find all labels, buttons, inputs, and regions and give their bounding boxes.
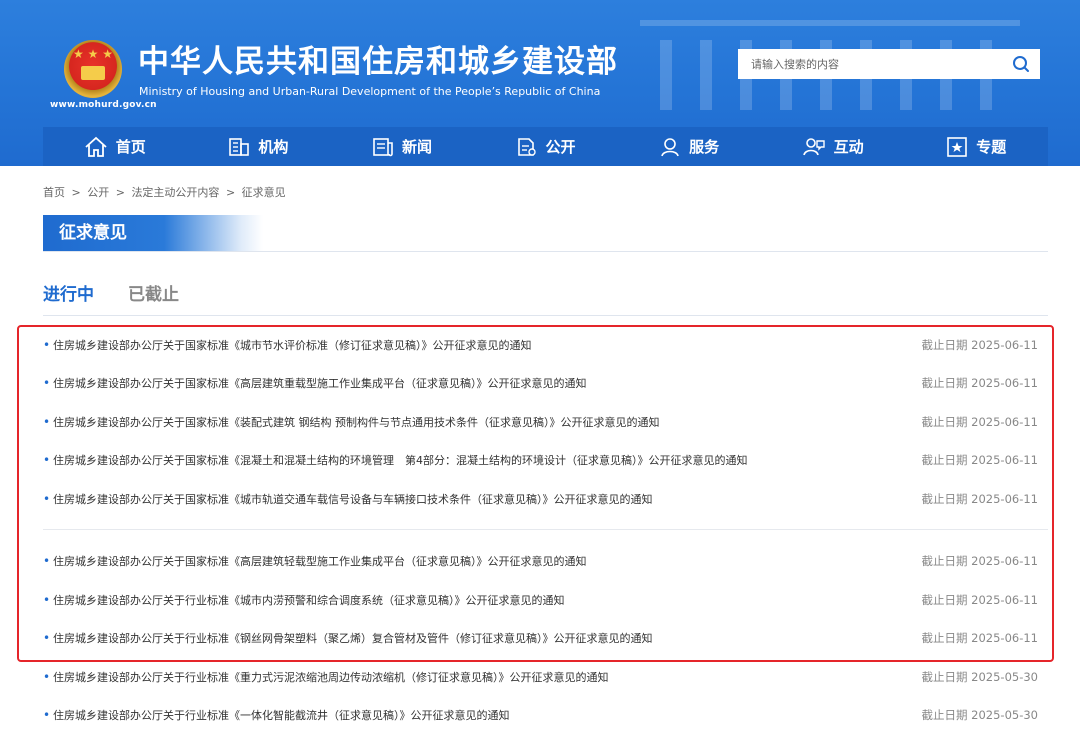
nav-item-organization[interactable]: 机构 bbox=[187, 127, 331, 166]
nav-label-interaction: 互动 bbox=[833, 138, 864, 156]
site-header: ★ ★ ★ www.mohurd.gov.cn 中华人民共和国住房和城乡建设部 … bbox=[0, 0, 1080, 166]
status-tabs: 进行中 已截止 bbox=[43, 280, 213, 313]
tab-closed[interactable]: 已截止 bbox=[128, 280, 179, 313]
document-icon bbox=[517, 137, 536, 156]
star-icon bbox=[947, 136, 968, 157]
list-item[interactable]: • 住房城乡建设部办公厅关于行业标准《一体化智能截流井（征求意见稿）》公开征求意… bbox=[43, 696, 1038, 734]
service-icon bbox=[661, 137, 679, 156]
breadcrumb-separator: > bbox=[71, 186, 81, 199]
bullet-icon: • bbox=[43, 631, 51, 645]
nav-label-service: 服务 bbox=[689, 138, 720, 156]
list-item-date: 截止日期 2025-06-11 bbox=[921, 415, 1039, 429]
site-url: www.mohurd.gov.cn bbox=[50, 100, 157, 110]
list-item-title[interactable]: 住房城乡建设部办公厅关于行业标准《一体化智能截流井（征求意见稿）》公开征求意见的… bbox=[53, 707, 922, 723]
list-item-date: 截止日期 2025-06-11 bbox=[921, 631, 1039, 645]
list-item-title[interactable]: 住房城乡建设部办公厅关于国家标准《装配式建筑 钢结构 预制构件与节点通用技术条件… bbox=[53, 414, 922, 430]
nav-item-home[interactable]: 首页 bbox=[43, 127, 187, 166]
bullet-icon: • bbox=[43, 670, 51, 684]
list-item-title[interactable]: 住房城乡建设部办公厅关于国家标准《高层建筑重载型施工作业集成平台（征求意见稿）》… bbox=[53, 375, 922, 391]
list-item[interactable]: • 住房城乡建设部办公厅关于国家标准《城市轨道交通车载信号设备与车辆接口技术条件… bbox=[43, 480, 1038, 518]
nav-label-news: 新闻 bbox=[401, 138, 432, 156]
list-item-date: 截止日期 2025-06-11 bbox=[921, 376, 1039, 390]
nav-item-topics[interactable]: 专题 bbox=[904, 127, 1048, 166]
bullet-icon: • bbox=[43, 492, 51, 506]
bullet-icon: • bbox=[43, 453, 51, 467]
list-item-title[interactable]: 住房城乡建设部办公厅关于行业标准《城市内涝预警和综合调度系统（征求意见稿）》公开… bbox=[53, 592, 922, 608]
main-nav: 首页 机构 新闻 公开 服务 互动 专题 bbox=[43, 127, 1048, 166]
nav-label-public: 公开 bbox=[545, 138, 576, 156]
nav-item-service[interactable]: 服务 bbox=[617, 127, 761, 166]
bullet-icon: • bbox=[43, 593, 51, 607]
national-emblem-icon[interactable]: ★ ★ ★ bbox=[64, 40, 122, 98]
list-item-date: 截止日期 2025-06-11 bbox=[921, 593, 1039, 607]
list-item-title[interactable]: 住房城乡建设部办公厅关于国家标准《混凝土和混凝土结构的环境管理 第4部分：混凝土… bbox=[53, 452, 922, 468]
tabs-divider bbox=[43, 315, 1048, 316]
search-input[interactable] bbox=[738, 49, 998, 79]
tab-ongoing[interactable]: 进行中 bbox=[43, 280, 94, 313]
list-item-date: 截止日期 2025-06-11 bbox=[921, 338, 1039, 352]
bullet-icon: • bbox=[43, 415, 51, 429]
list-item[interactable]: • 住房城乡建设部办公厅关于行业标准《城市内涝预警和综合调度系统（征求意见稿）》… bbox=[43, 581, 1038, 619]
search-button[interactable] bbox=[1008, 52, 1034, 76]
bullet-icon: • bbox=[43, 554, 51, 568]
list-item-title[interactable]: 住房城乡建设部办公厅关于国家标准《高层建筑轻载型施工作业集成平台（征求意见稿）》… bbox=[53, 553, 922, 569]
breadcrumb-separator: > bbox=[225, 186, 236, 199]
list-item-title[interactable]: 住房城乡建设部办公厅关于国家标准《城市轨道交通车载信号设备与车辆接口技术条件（征… bbox=[53, 491, 922, 507]
home-icon bbox=[85, 136, 107, 157]
breadcrumb-separator: > bbox=[115, 186, 125, 199]
list-group-divider bbox=[43, 529, 1048, 530]
site-subtitle: Ministry of Housing and Urban-Rural Deve… bbox=[139, 85, 601, 98]
breadcrumb: 首页 > 公开 > 法定主动公开内容 > 征求意见 bbox=[43, 184, 289, 200]
interaction-icon bbox=[802, 137, 825, 155]
list-item-date: 截止日期 2025-06-11 bbox=[921, 554, 1039, 568]
list-item-date: 截止日期 2025-05-30 bbox=[921, 670, 1039, 684]
bullet-icon: • bbox=[43, 708, 51, 722]
building-icon bbox=[229, 137, 250, 156]
breadcrumb-link-public[interactable]: 公开 bbox=[87, 186, 109, 199]
nav-item-public[interactable]: 公开 bbox=[474, 127, 618, 166]
section-title: 征求意见 bbox=[43, 215, 263, 251]
breadcrumb-link-statutory[interactable]: 法定主动公开内容 bbox=[131, 186, 219, 199]
list-item[interactable]: • 住房城乡建设部办公厅关于行业标准《钢丝网骨架塑料（聚乙烯）复合管材及管件（修… bbox=[43, 619, 1038, 657]
site-title[interactable]: 中华人民共和国住房和城乡建设部 bbox=[138, 44, 618, 80]
breadcrumb-current: 征求意见 bbox=[241, 186, 286, 199]
list-item-date: 截止日期 2025-05-30 bbox=[921, 708, 1039, 722]
bullet-icon: • bbox=[43, 338, 51, 352]
nav-item-news[interactable]: 新闻 bbox=[330, 127, 474, 166]
list-item[interactable]: • 住房城乡建设部办公厅关于国家标准《装配式建筑 钢结构 预制构件与节点通用技术… bbox=[43, 403, 1038, 441]
list-item-title[interactable]: 住房城乡建设部办公厅关于行业标准《重力式污泥浓缩池周边传动浓缩机（修订征求意见稿… bbox=[53, 669, 922, 685]
nav-label-topics: 专题 bbox=[976, 138, 1007, 156]
bullet-icon: • bbox=[43, 376, 51, 390]
search-box bbox=[738, 49, 1040, 79]
list-item[interactable]: • 住房城乡建设部办公厅关于国家标准《高层建筑轻载型施工作业集成平台（征求意见稿… bbox=[43, 542, 1038, 580]
search-icon bbox=[1013, 56, 1029, 72]
list-item-title[interactable]: 住房城乡建设部办公厅关于国家标准《城市节水评价标准（修订征求意见稿）》公开征求意… bbox=[53, 337, 922, 353]
list-item[interactable]: • 住房城乡建设部办公厅关于行业标准《重力式污泥浓缩池周边传动浓缩机（修订征求意… bbox=[43, 658, 1038, 696]
list-item-date: 截止日期 2025-06-11 bbox=[921, 453, 1039, 467]
list-item[interactable]: • 住房城乡建设部办公厅关于国家标准《混凝土和混凝土结构的环境管理 第4部分：混… bbox=[43, 441, 1038, 479]
list-item-title[interactable]: 住房城乡建设部办公厅关于行业标准《钢丝网骨架塑料（聚乙烯）复合管材及管件（修订征… bbox=[53, 630, 922, 646]
section-divider bbox=[43, 251, 1048, 252]
nav-label-home: 首页 bbox=[115, 138, 146, 156]
list-item[interactable]: • 住房城乡建设部办公厅关于国家标准《城市节水评价标准（修订征求意见稿）》公开征… bbox=[43, 326, 1038, 364]
nav-item-interaction[interactable]: 互动 bbox=[761, 127, 905, 166]
list-item[interactable]: • 住房城乡建设部办公厅关于国家标准《高层建筑重载型施工作业集成平台（征求意见稿… bbox=[43, 364, 1038, 402]
nav-label-organization: 机构 bbox=[258, 138, 289, 156]
breadcrumb-link-home[interactable]: 首页 bbox=[43, 186, 65, 199]
list-item-date: 截止日期 2025-06-11 bbox=[921, 492, 1039, 506]
news-icon bbox=[373, 137, 393, 156]
